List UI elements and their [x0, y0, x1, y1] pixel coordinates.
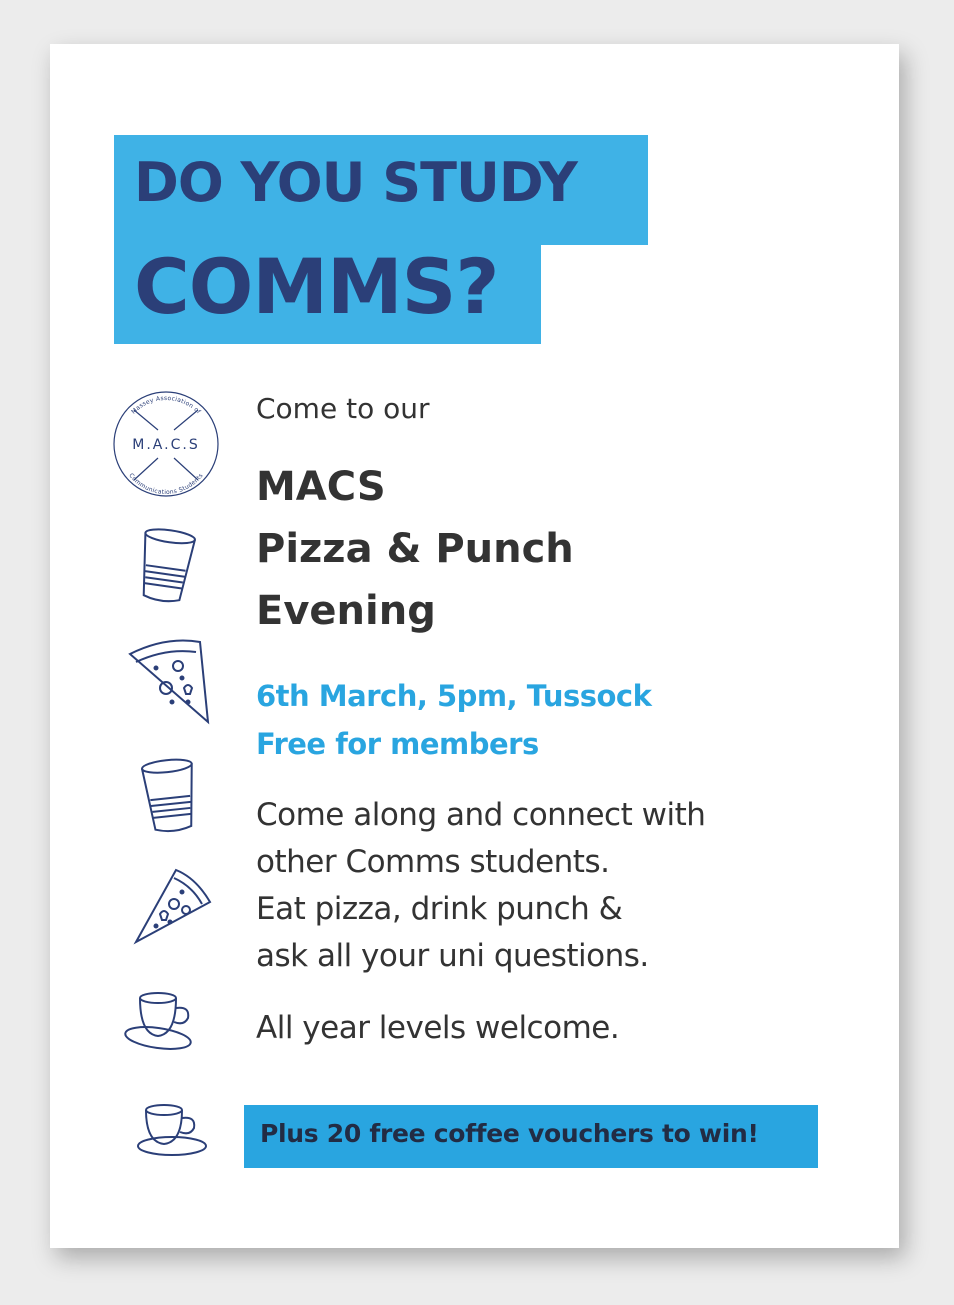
coffee-cup-icon — [122, 990, 194, 1054]
event-details: 6th March, 5pm, Tussock Free for members — [256, 672, 652, 768]
macs-logo: Massey Association of Communications Stu… — [108, 386, 224, 502]
event-title-line-1: MACS — [256, 464, 386, 510]
headline-line-1: DO YOU STUDY — [134, 151, 578, 214]
logo-center-text: M.A.C.S — [132, 437, 199, 453]
description-line-3: Eat pizza, drink punch & — [256, 891, 623, 927]
cta-banner: Plus 20 free coffee vouchers to win! — [244, 1105, 818, 1168]
welcome-text: All year levels welcome. — [256, 1010, 620, 1046]
cup-icon — [134, 526, 198, 606]
description-line-4: ask all your uni questions. — [256, 938, 649, 974]
description-line-1: Come along and connect with — [256, 797, 706, 833]
intro-text: Come to our — [256, 392, 430, 425]
event-title-line-3: Evening — [256, 588, 436, 634]
cta-text: Plus 20 free coffee vouchers to win! — [260, 1119, 759, 1148]
pizza-slice-icon — [126, 636, 216, 728]
description-line-2: other Comms students. — [256, 844, 610, 880]
event-price: Free for members — [256, 727, 539, 761]
event-title: MACS Pizza & Punch Evening — [256, 456, 574, 642]
event-date-location: 6th March, 5pm, Tussock — [256, 679, 652, 713]
event-title-line-2: Pizza & Punch — [256, 526, 574, 572]
cup-icon — [138, 756, 202, 836]
headline-line-2: COMMS? — [134, 242, 499, 331]
coffee-cup-icon — [134, 1102, 208, 1160]
event-description: Come along and connect with other Comms … — [256, 792, 706, 980]
poster: DO YOU STUDY COMMS? Massey Association o… — [50, 44, 899, 1248]
pizza-slice-icon — [130, 866, 214, 946]
